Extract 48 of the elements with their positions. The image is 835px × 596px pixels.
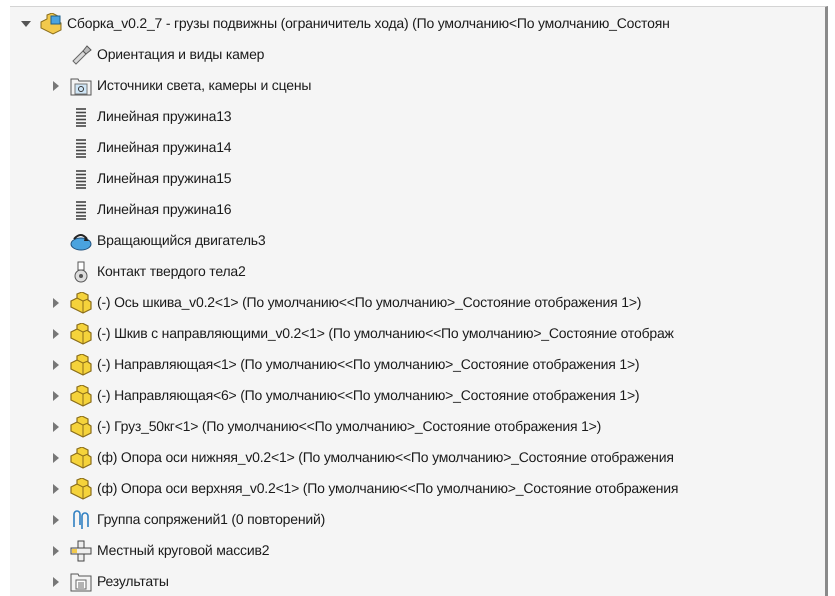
part-icon: [69, 354, 93, 376]
part-icon: [69, 292, 93, 314]
spring-icon: [74, 168, 88, 188]
tree-item-label[interactable]: (-) Груз_50кг<1> (По умолчанию<<По умолчанию>_Состояние отображения 1>): [97, 416, 602, 437]
tree-item-label[interactable]: Ориентация и виды камер: [97, 44, 264, 65]
tree-item-label[interactable]: (-) Шкив с направляющими_v0.2<1> (По умолчанию<<По умолчанию>_Состояние отображ: [97, 323, 674, 344]
tree-item-label[interactable]: Линейная пружина13: [97, 106, 232, 127]
tree-item-label[interactable]: Вращающийся двигатель3: [97, 230, 266, 251]
expanded-arrow-icon[interactable]: [21, 20, 31, 26]
folder-icon: [70, 570, 92, 592]
collapsed-arrow-icon[interactable]: [53, 390, 59, 400]
collapsed-arrow-icon[interactable]: [53, 422, 59, 432]
flashlight-icon: [70, 44, 92, 66]
part-icon: [69, 384, 93, 406]
tree-item-label[interactable]: (-) Направляющая<6> (По умолчанию<<По умолчанию>_Состояние отображения 1>): [97, 385, 640, 406]
part-icon: [69, 322, 93, 344]
collapsed-arrow-icon[interactable]: [53, 514, 59, 524]
pattern-icon: [70, 540, 92, 562]
collapsed-arrow-icon[interactable]: [53, 484, 59, 494]
part-icon: [69, 446, 93, 468]
tree-item-label[interactable]: Источники света, камеры и сцены: [97, 75, 312, 96]
tree-item-label[interactable]: (-) Направляющая<1> (По умолчанию<<По умолчанию>_Состояние отображения 1>): [97, 354, 640, 375]
tree-item-label[interactable]: Линейная пружина14: [97, 137, 232, 158]
tree-item-label[interactable]: Контакт твердого тела2: [97, 261, 246, 282]
collapsed-arrow-icon[interactable]: [53, 80, 59, 90]
collapsed-arrow-icon[interactable]: [53, 576, 59, 586]
contact-icon: [73, 260, 89, 282]
collapsed-arrow-icon[interactable]: [53, 360, 59, 370]
tree-item-label[interactable]: (ф) Опора оси верхняя_v0.2<1> (По умолчанию<<По умолчанию>_Состояние отображения: [97, 478, 678, 499]
tree-item-label[interactable]: Линейная пружина16: [97, 199, 232, 220]
spring-icon: [74, 138, 88, 158]
collapsed-arrow-icon[interactable]: [53, 298, 59, 308]
part-icon: [69, 416, 93, 438]
collapsed-arrow-icon[interactable]: [53, 546, 59, 556]
assembly-icon: [39, 12, 63, 34]
tree-item-label[interactable]: (-) Ось шкива_v0.2<1> (По умолчанию<<По умолчанию>_Состояние отображения 1>): [97, 292, 642, 313]
spring-icon: [74, 106, 88, 126]
tree-item-label[interactable]: Линейная пружина15: [97, 168, 232, 189]
tree-item-label[interactable]: Результаты: [97, 571, 169, 592]
tree-item-label[interactable]: Группа сопряжений1 (0 повторений): [97, 509, 326, 530]
tree-item-label[interactable]: (ф) Опора оси нижняя_v0.2<1> (По умолчанию<<По умолчанию>_Состояние отображения: [97, 447, 674, 468]
paperclip-icon: [71, 508, 91, 530]
part-icon: [69, 478, 93, 500]
tree-item-label[interactable]: Местный круговой массив2: [97, 540, 270, 561]
tree-item-label[interactable]: Сборка_v0.2_7 - грузы подвижны (ограничитель хода) (По умолчанию<По умолчанию_Состоян: [67, 13, 670, 34]
spring-icon: [74, 200, 88, 220]
collapsed-arrow-icon[interactable]: [53, 452, 59, 462]
collapsed-arrow-icon[interactable]: [53, 328, 59, 338]
